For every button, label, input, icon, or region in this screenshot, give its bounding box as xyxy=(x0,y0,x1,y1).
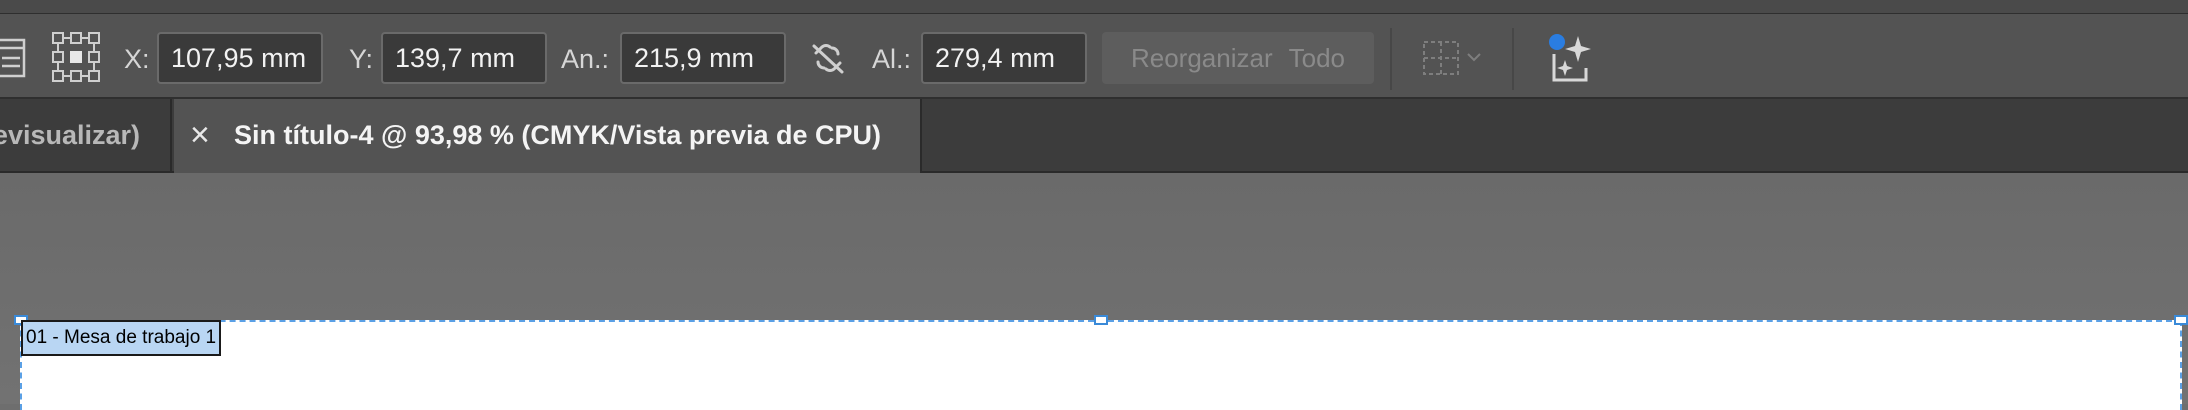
doc-setup-icon[interactable] xyxy=(0,38,28,78)
rearrange-all-button[interactable]: Reorganizar Todo xyxy=(1102,32,1374,84)
tab-label: Sin título-4 @ 93,98 % (CMYK/Vista previ… xyxy=(234,120,881,150)
control-bar: X: 107,95 mm Y: 139,7 mm An.: 215,9 mm A… xyxy=(0,14,2188,99)
generative-expand-icon[interactable] xyxy=(1548,30,1598,86)
tab-active-document[interactable]: × Sin título-4 @ 93,98 % (CMYK/Vista pre… xyxy=(174,99,922,173)
resize-handle-top-center[interactable] xyxy=(1094,315,1108,325)
top-strip xyxy=(0,0,2188,14)
separator xyxy=(1390,28,1392,90)
all-label: Todo xyxy=(1288,43,1346,73)
canvas-pasteboard[interactable]: 01 - Mesa de trabajo 1 xyxy=(0,173,2188,410)
tab-previous-document[interactable]: evisualizar) xyxy=(0,99,172,171)
y-label: Y: xyxy=(349,44,374,74)
height-field[interactable]: 279,4 mm xyxy=(921,32,1087,84)
align-select-icon[interactable] xyxy=(1420,36,1490,80)
height-label: Al.: xyxy=(872,44,912,74)
artboard-name-label[interactable]: 01 - Mesa de trabajo 1 xyxy=(21,320,222,356)
document-tab-bar: evisualizar) × Sin título-4 @ 93,98 % (C… xyxy=(0,99,2188,173)
resize-handle-top-right[interactable] xyxy=(2174,315,2188,325)
artboard[interactable] xyxy=(20,320,2182,410)
width-field[interactable]: 215,9 mm xyxy=(620,32,786,84)
x-label: X: xyxy=(124,44,150,74)
reference-point-icon[interactable] xyxy=(52,32,100,82)
separator xyxy=(1512,28,1514,90)
close-icon[interactable]: × xyxy=(190,99,210,171)
unlink-proportions-icon[interactable] xyxy=(808,38,848,78)
tab-label: evisualizar) xyxy=(0,120,140,150)
rearrange-label: Reorganizar xyxy=(1130,43,1273,73)
width-label: An.: xyxy=(561,44,610,74)
y-field[interactable]: 139,7 mm xyxy=(381,32,547,84)
x-field[interactable]: 107,95 mm xyxy=(157,32,323,84)
